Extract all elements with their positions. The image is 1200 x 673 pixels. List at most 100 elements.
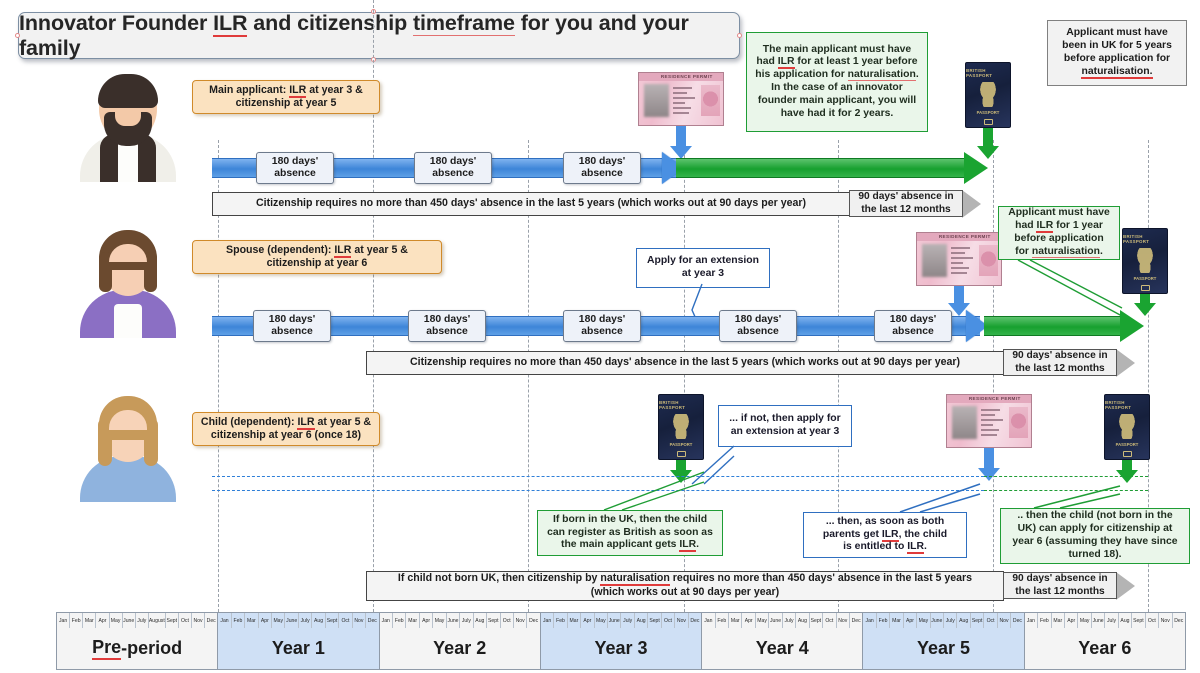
timeline-month-cell: Apr: [258, 613, 273, 628]
timeline-month-cell: Nov: [352, 613, 367, 628]
avatar-child: [78, 392, 178, 502]
callout-main-applicant-ilr: The main applicant must have had ILR for…: [746, 32, 928, 132]
timeline-month-cell: May: [272, 613, 286, 628]
absence-chip-spouse-4: 180 days' absence: [719, 310, 797, 342]
timeline-year-label: Year 2: [379, 628, 540, 669]
timeline-dashed-child-blue: [212, 476, 984, 477]
timeline-month-cell: Oct: [178, 613, 192, 628]
callout-line: Applicant must have: [1066, 27, 1168, 39]
timeline-month-cell: June: [769, 613, 783, 628]
timeline-year-label: Year 4: [702, 628, 863, 669]
timeline-month-cell: May: [1078, 613, 1092, 628]
timeline-month-row: Jan Feb Mar Apr May June July Aug Sept Oct Nov Dec: [379, 613, 540, 628]
absence-chip-spouse-5: 180 days' absence: [874, 310, 952, 342]
timeline-month-cell: June: [608, 613, 622, 628]
timeline-month-cell: Feb: [1038, 613, 1052, 628]
page-title: Innovator Founder ILR and citizenship ti…: [18, 10, 740, 61]
callout-line-nat: his application for naturalisation.: [755, 69, 919, 82]
title-handle-left[interactable]: [15, 33, 20, 38]
title-timeframe: timeframe: [412, 10, 515, 36]
timeline-month-cell: Dec: [1011, 613, 1024, 628]
page-title-text: Innovator Founder ILR and citizenship ti…: [19, 10, 739, 61]
grey-arrow-head-spouse: [1116, 349, 1135, 377]
blue-down-arrow-3: [978, 468, 1000, 481]
timeline-month-cell: Mar: [729, 613, 743, 628]
title-handle-right[interactable]: [737, 33, 742, 38]
callout-line: have had it for 2 years.: [780, 107, 894, 119]
timeline-month-cell: Aug: [1118, 613, 1133, 628]
timeline-month-cell: Sept: [325, 613, 340, 628]
callout-child-not-born-uk: .. then the child (not born in the UK) c…: [1000, 508, 1190, 564]
timeline-month-cell: Sept: [165, 613, 179, 628]
timeline-month-cell: Feb: [554, 613, 568, 628]
timeline-month-row: Jan Feb Mar Apr May June July Aug Sept Oct Nov Dec: [218, 613, 379, 628]
timeline-month-cell: Aug: [634, 613, 649, 628]
timeline-month-cell: July: [1105, 613, 1119, 628]
label-spouse: Spouse (dependent): ILR at year 5 & citi…: [192, 240, 442, 274]
timeline-month-cell: Aug: [312, 613, 326, 628]
timeline-month-cell: June: [446, 613, 461, 628]
timeline-month-cell: Feb: [715, 613, 729, 628]
connector-spouse-green: [1017, 259, 1123, 317]
timeline-month-row: Jan Feb Mar Apr May June July Aug Sept Oct Nov Dec: [863, 613, 1024, 628]
timeline-month-cell: July: [944, 613, 958, 628]
timeline-month-cell: Nov: [513, 613, 528, 628]
timeline-bar-main-green: [676, 158, 972, 178]
avatar-main-applicant: [78, 72, 178, 182]
timeline-month-cell: Aug: [473, 613, 488, 628]
timeline-month-cell: July: [621, 613, 635, 628]
label-line: citizenship at year 6: [266, 257, 368, 269]
timeline-month-cell: June: [285, 613, 299, 628]
callout-line-nat: naturalisation.: [1081, 65, 1153, 79]
callout-line: been in UK for 5 years: [1062, 40, 1172, 52]
timeline-month-cell: Dec: [688, 613, 702, 628]
timeline-arrowhead-main-green: [964, 152, 988, 184]
timeline-month-cell: Feb: [876, 613, 891, 628]
connector-child-both-parents: [899, 483, 981, 513]
timeline-month-cell: Jan: [57, 613, 71, 628]
timeline-year-label: Pre -period: [57, 628, 218, 669]
title-part-2: and citizenship: [247, 10, 413, 35]
passport-main-applicant: BRITISH PASSPORT PASSPORT: [965, 62, 1011, 128]
timeline-month-cell: June: [930, 613, 945, 628]
timeline-month-cell: May: [109, 613, 123, 628]
timeline-month-cell: Oct: [339, 613, 353, 628]
callout-line: The main applicant must have: [762, 43, 912, 55]
timeline-month-cell: Apr: [742, 613, 756, 628]
timeline-column-year-5: Jan Feb Mar Apr May June July Aug Sept Oct Nov Dec Y…: [863, 613, 1025, 669]
timeline-month-cell: Oct: [1145, 613, 1160, 628]
absence-chip-main-2: 180 days' absence: [414, 152, 492, 184]
timeline-month-row: Jan Feb Mar Apr May June July Aug Sept Oct Nov Dec: [540, 613, 702, 628]
passport-child-2: BRITISH PASSPORT PASSPORT: [1104, 394, 1150, 460]
timeline-month-cell: Nov: [836, 613, 850, 628]
callout-line: before application for: [1063, 53, 1171, 64]
timeline-month-cell: Sept: [1132, 613, 1146, 628]
timeline-axis: Jan Feb Mar Apr May June July August Sept Oct Nov D…: [56, 612, 1186, 670]
timeline-month-cell: Mar: [567, 613, 582, 628]
banner-citizenship-450-main: Citizenship requires no more than 450 da…: [212, 192, 850, 216]
timeline-column-year-6: Jan Feb Mar Apr May June July Aug Sept Oct Nov Dec Y…: [1024, 613, 1185, 669]
timeline-month-row: Jan Feb Mar Apr May June July Aug Sept Oct Nov Dec: [702, 613, 863, 628]
absence-chip-main-3: 180 days' absence: [563, 152, 641, 184]
timeline-column-year-1: Jan Feb Mar Apr May June July Aug Sept Oct Nov Dec Y…: [218, 613, 380, 669]
timeline-month-cell: July: [460, 613, 474, 628]
timeline-month-cell: Oct: [984, 613, 998, 628]
timeline-month-cell: June: [1091, 613, 1106, 628]
timeline-dashed-child-green: [984, 476, 1148, 477]
banner-line-1: If child not born UK, then citizenship b…: [397, 572, 973, 587]
timeline-column-year-2: Jan Feb Mar Apr May June July Aug Sept Oct Nov Dec Y…: [379, 613, 541, 669]
timeline-year-label: Year 6: [1024, 628, 1185, 669]
timeline-month-cell: Aug: [957, 613, 971, 628]
timeline-year-label: Year 3: [540, 628, 702, 669]
timeline-month-cell: Apr: [1065, 613, 1079, 628]
timeline-month-cell: Dec: [366, 613, 379, 628]
callout-five-years-uk: Applicant must have been in UK for 5 yea…: [1047, 20, 1187, 86]
callout-spouse-ilr-one-year: Applicant must have had ILR for 1 year b…: [998, 206, 1120, 260]
timeline-month-cell: Mar: [83, 613, 97, 628]
timeline-month-cell: Apr: [903, 613, 918, 628]
timeline-column-pre-period: Jan Feb Mar Apr May June July August Sept Oct Nov D…: [57, 613, 219, 669]
label-child: Child (dependent): ILR at year 5 & citiz…: [192, 412, 380, 446]
timeline-month-cell: May: [917, 613, 931, 628]
timeline-month-cell: Feb: [70, 613, 84, 628]
timeline-month-cell: Nov: [191, 613, 206, 628]
